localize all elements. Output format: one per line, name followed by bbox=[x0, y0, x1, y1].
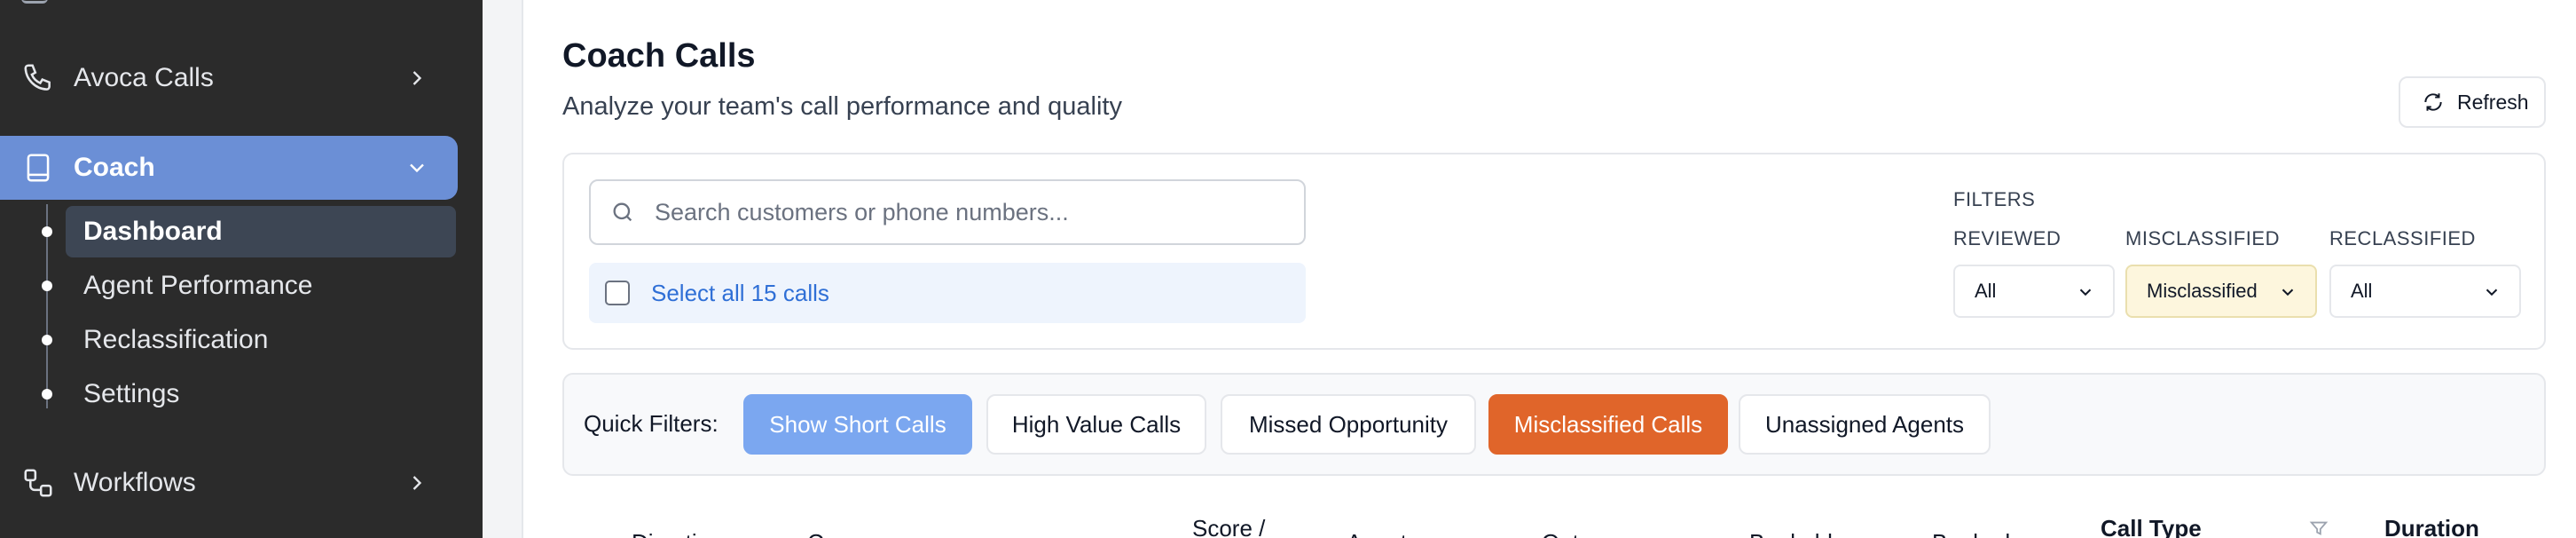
refresh-icon bbox=[2424, 93, 2442, 111]
chevron-down-icon bbox=[2486, 289, 2498, 297]
misclassified-filter-label: MISCLASSIFIED bbox=[2125, 227, 2280, 249]
reclassified-select[interactable]: All bbox=[2329, 265, 2521, 318]
page-subtitle: Analyze your team's call performance and… bbox=[562, 92, 1122, 121]
chip-high-value-calls[interactable]: High Value Calls bbox=[986, 394, 1206, 455]
sidebar-item-label: Avoca Calls bbox=[74, 63, 214, 92]
reviewed-select-value: All bbox=[1975, 280, 1997, 302]
select-all-row[interactable]: Select all 15 calls bbox=[589, 263, 1306, 323]
sidebar-item-coach[interactable]: Coach bbox=[0, 136, 458, 200]
chip-missed-opportunity[interactable]: Missed Opportunity bbox=[1221, 394, 1476, 455]
select-all-checkbox[interactable] bbox=[605, 281, 630, 305]
search-box[interactable] bbox=[589, 179, 1306, 245]
sidebar-subitem-agent-performance[interactable]: Agent Performance bbox=[66, 260, 456, 312]
refresh-label: Refresh bbox=[2457, 90, 2529, 114]
th-bookable[interactable]: Bookable bbox=[1749, 529, 1845, 538]
filter-icon[interactable] bbox=[2308, 518, 2329, 538]
reclassified-filter-label: RECLASSIFIED bbox=[2329, 227, 2476, 249]
workflow-icon bbox=[24, 469, 52, 497]
tree-dot bbox=[42, 389, 52, 400]
misclassified-select[interactable]: Misclassified bbox=[2125, 265, 2317, 318]
chip-misclassified-calls[interactable]: Misclassified Calls bbox=[1488, 394, 1728, 455]
reviewed-select[interactable]: All bbox=[1953, 265, 2115, 318]
th-score[interactable]: Score / bbox=[1192, 515, 1265, 538]
tree-dot bbox=[42, 335, 52, 345]
sidebar-item-workflows[interactable]: Workflows bbox=[0, 451, 458, 515]
book-icon bbox=[27, 154, 50, 182]
th-agent[interactable]: Agent bbox=[1347, 529, 1407, 538]
filters-heading: FILTERS bbox=[1953, 188, 2036, 210]
misclassified-select-value: Misclassified bbox=[2147, 280, 2258, 302]
th-booked[interactable]: Booked bbox=[1932, 529, 2010, 538]
th-duration[interactable]: Duration bbox=[2384, 515, 2479, 538]
chevron-right-icon bbox=[412, 476, 422, 490]
filter-card: Select all 15 calls FILTERS REVIEWED MIS… bbox=[562, 153, 2546, 350]
sidebar: Avoca Calls Coach Dashboard Agent Perfor… bbox=[0, 0, 483, 538]
chevron-right-icon bbox=[412, 71, 422, 85]
search-input[interactable] bbox=[655, 198, 1276, 226]
sidebar-subitem-dashboard[interactable]: Dashboard bbox=[66, 206, 456, 257]
quick-filters-bar: Quick Filters: Show Short Calls High Val… bbox=[562, 373, 2546, 476]
chevron-down-icon bbox=[410, 163, 424, 173]
sidebar-item-label: Coach bbox=[74, 153, 155, 182]
phone-icon bbox=[24, 64, 51, 91]
page-title: Coach Calls bbox=[562, 37, 756, 75]
tree-dot bbox=[42, 226, 52, 237]
chip-unassigned-agents[interactable]: Unassigned Agents bbox=[1739, 394, 1991, 455]
top-nav-fragment bbox=[21, 0, 48, 4]
sidebar-item-avoca-calls[interactable]: Avoca Calls bbox=[0, 46, 458, 110]
search-icon bbox=[613, 202, 632, 222]
reclassified-select-value: All bbox=[2351, 280, 2373, 302]
th-outcome[interactable]: Outcome bbox=[1542, 529, 1636, 538]
chevron-down-icon bbox=[2079, 289, 2092, 297]
sidebar-item-label: Workflows bbox=[74, 468, 196, 497]
chevron-down-icon bbox=[2281, 289, 2294, 297]
tree-dot bbox=[42, 281, 52, 291]
quick-filters-label: Quick Filters: bbox=[584, 410, 719, 437]
sidebar-subitem-settings[interactable]: Settings bbox=[66, 368, 456, 420]
reviewed-filter-label: REVIEWED bbox=[1953, 227, 2062, 249]
main-content: Coach Calls Analyze your team's call per… bbox=[522, 0, 2576, 538]
th-direction[interactable]: Direction bbox=[632, 529, 723, 538]
select-all-label[interactable]: Select all 15 calls bbox=[651, 280, 829, 307]
th-call-type[interactable]: Call Type bbox=[2101, 515, 2202, 538]
sidebar-subitem-reclassification[interactable]: Reclassification bbox=[66, 314, 456, 366]
refresh-button[interactable]: Refresh bbox=[2399, 76, 2546, 128]
chip-show-short-calls[interactable]: Show Short Calls bbox=[743, 394, 972, 455]
th-customer[interactable]: Cu bbox=[807, 529, 836, 538]
